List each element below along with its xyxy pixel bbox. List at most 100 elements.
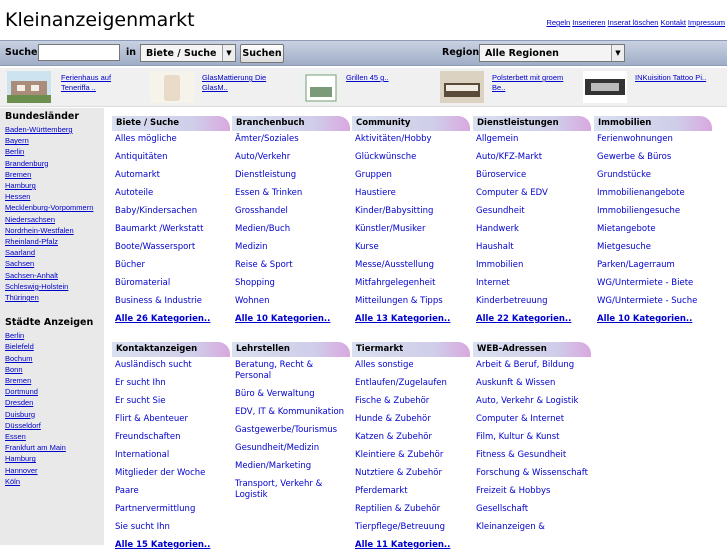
category-link[interactable]: Nutztiere & Zubehör bbox=[352, 468, 470, 479]
region-select[interactable]: Alle Regionen ▼ bbox=[479, 44, 625, 62]
category-link[interactable]: Ämter/Soziales bbox=[232, 134, 350, 145]
category-link[interactable]: Reise & Sport bbox=[232, 260, 350, 271]
category-link[interactable]: International bbox=[112, 450, 230, 461]
category-link[interactable]: Computer & Internet bbox=[473, 414, 591, 425]
state-link[interactable]: Brandenburg bbox=[5, 158, 104, 169]
city-link[interactable]: Düsseldorf bbox=[5, 420, 104, 431]
category-link[interactable]: Paare bbox=[112, 486, 230, 497]
category-link[interactable]: Gruppen bbox=[352, 170, 470, 181]
category-link[interactable]: Freizeit & Hobbys bbox=[473, 486, 591, 497]
category-link[interactable]: Auskunft & Wissen bbox=[473, 378, 591, 389]
category-link[interactable]: Arbeit & Beruf, Bildung bbox=[473, 360, 591, 371]
category-link[interactable]: Boote/Wassersport bbox=[112, 242, 230, 253]
site-logo[interactable]: Kleinanzeigenmarkt bbox=[5, 9, 195, 31]
state-link[interactable]: Niedersachsen bbox=[5, 214, 104, 225]
state-link[interactable]: Berlin bbox=[5, 146, 104, 157]
category-link[interactable]: Tierpflege/Betreuung bbox=[352, 522, 470, 533]
category-link[interactable]: Mitglieder der Woche bbox=[112, 468, 230, 479]
category-link[interactable]: Kurse bbox=[352, 242, 470, 253]
link-impressum[interactable]: Impressum bbox=[688, 18, 725, 27]
category-link[interactable]: Haushalt bbox=[473, 242, 591, 253]
category-header[interactable]: Lehrstellen bbox=[232, 342, 350, 357]
category-header[interactable]: Biete / Suche bbox=[112, 116, 230, 131]
city-link[interactable]: Frankfurt am Main bbox=[5, 442, 104, 453]
category-link[interactable]: Gewerbe & Büros bbox=[594, 152, 712, 163]
all-categories-link[interactable]: Alle 10 Kategorien.. bbox=[232, 314, 350, 324]
state-link[interactable]: Thüringen bbox=[5, 292, 104, 303]
category-link[interactable]: Flirt & Abenteuer bbox=[112, 414, 230, 425]
category-header[interactable]: Branchenbuch bbox=[232, 116, 350, 131]
category-link[interactable]: Automarkt bbox=[112, 170, 230, 181]
category-link[interactable]: Immobilien bbox=[473, 260, 591, 271]
category-link[interactable]: Haustiere bbox=[352, 188, 470, 199]
category-link[interactable]: Sie sucht Ihn bbox=[112, 522, 230, 533]
city-link[interactable]: Essen bbox=[5, 431, 104, 442]
state-link[interactable]: Sachsen bbox=[5, 258, 104, 269]
link-kontakt[interactable]: Kontakt bbox=[660, 18, 685, 27]
city-link[interactable]: Hannover bbox=[5, 465, 104, 476]
category-link[interactable]: Glückwünsche bbox=[352, 152, 470, 163]
state-link[interactable]: Bayern bbox=[5, 135, 104, 146]
category-link[interactable]: Alles sonstige bbox=[352, 360, 470, 371]
category-link[interactable]: Gesellschaft bbox=[473, 504, 591, 515]
category-link[interactable]: Gesundheit bbox=[473, 206, 591, 217]
category-link[interactable]: Büromaterial bbox=[112, 278, 230, 289]
category-link[interactable]: Baby/Kindersachen bbox=[112, 206, 230, 217]
city-link[interactable]: Bochum bbox=[5, 353, 104, 364]
all-categories-link[interactable]: Alle 10 Kategorien.. bbox=[594, 314, 712, 324]
state-link[interactable]: Nordrhein-Westfalen bbox=[5, 225, 104, 236]
ad-title[interactable]: INKuisition Tattoo Pi.. bbox=[635, 73, 725, 83]
category-link[interactable]: Ferienwohnungen bbox=[594, 134, 712, 145]
state-link[interactable]: Hamburg bbox=[5, 180, 104, 191]
all-categories-link[interactable]: Alle 22 Kategorien.. bbox=[473, 314, 591, 324]
category-link[interactable]: Mitteilungen & Tipps bbox=[352, 296, 470, 307]
ad-item[interactable]: GlasMattierung Die GlasM.. bbox=[150, 71, 280, 103]
state-link[interactable]: Saarland bbox=[5, 247, 104, 258]
search-button[interactable]: Suchen bbox=[240, 44, 284, 63]
category-link[interactable]: Medien/Buch bbox=[232, 224, 350, 235]
city-link[interactable]: Berlin bbox=[5, 330, 104, 341]
ad-thumbnail[interactable] bbox=[583, 71, 627, 103]
category-header[interactable]: Community bbox=[352, 116, 470, 131]
category-link[interactable]: Freundschaften bbox=[112, 432, 230, 443]
ad-thumbnail[interactable] bbox=[300, 71, 344, 103]
state-link[interactable]: Rheinland-Pfalz bbox=[5, 236, 104, 247]
category-link[interactable]: Autoteile bbox=[112, 188, 230, 199]
link-inserat-loeschen[interactable]: Inserat löschen bbox=[608, 18, 659, 27]
category-link[interactable]: Business & Industrie bbox=[112, 296, 230, 307]
category-link[interactable]: Film, Kultur & Kunst bbox=[473, 432, 591, 443]
category-link[interactable]: Büroservice bbox=[473, 170, 591, 181]
state-link[interactable]: Schleswig-Holstein bbox=[5, 281, 104, 292]
category-link[interactable]: Gesundheit/Medizin bbox=[232, 443, 350, 454]
category-link[interactable]: Büro & Verwaltung bbox=[232, 389, 350, 400]
category-link[interactable]: Medien/Marketing bbox=[232, 461, 350, 472]
category-select[interactable]: Biete / Suche ▼ bbox=[140, 44, 236, 62]
category-link[interactable]: Internet bbox=[473, 278, 591, 289]
category-link[interactable]: Pferdemarkt bbox=[352, 486, 470, 497]
category-link[interactable]: Entlaufen/Zugelaufen bbox=[352, 378, 470, 389]
category-link[interactable]: EDV, IT & Kommunikation bbox=[232, 407, 350, 418]
category-link[interactable]: Shopping bbox=[232, 278, 350, 289]
ad-item[interactable]: Ferienhaus auf Teneriffa .. bbox=[7, 71, 125, 103]
category-link[interactable]: Partnervermittlung bbox=[112, 504, 230, 515]
category-link[interactable]: Grosshandel bbox=[232, 206, 350, 217]
category-link[interactable]: Hunde & Zubehör bbox=[352, 414, 470, 425]
category-link[interactable]: Computer & EDV bbox=[473, 188, 591, 199]
category-link[interactable]: Reptilien & Zubehör bbox=[352, 504, 470, 515]
category-link[interactable]: Er sucht Sie bbox=[112, 396, 230, 407]
category-link[interactable]: Kinder/Babysitting bbox=[352, 206, 470, 217]
city-link[interactable]: Duisburg bbox=[5, 409, 104, 420]
category-link[interactable]: Kleintiere & Zubehör bbox=[352, 450, 470, 461]
category-link[interactable]: Mietangebote bbox=[594, 224, 712, 235]
category-link[interactable]: Katzen & Zubehör bbox=[352, 432, 470, 443]
category-link[interactable]: Messe/Ausstellung bbox=[352, 260, 470, 271]
city-link[interactable]: Dresden bbox=[5, 397, 104, 408]
category-link[interactable]: Beratung, Recht & Personal bbox=[232, 360, 350, 382]
category-link[interactable]: Fitness & Gesundheit bbox=[473, 450, 591, 461]
city-link[interactable]: Hamburg bbox=[5, 453, 104, 464]
category-link[interactable]: Grundstücke bbox=[594, 170, 712, 181]
category-header[interactable]: Immobilien bbox=[594, 116, 712, 131]
city-link[interactable]: Bielefeld bbox=[5, 341, 104, 352]
all-categories-link[interactable]: Alle 11 Kategorien.. bbox=[352, 540, 470, 550]
state-link[interactable]: Bremen bbox=[5, 169, 104, 180]
